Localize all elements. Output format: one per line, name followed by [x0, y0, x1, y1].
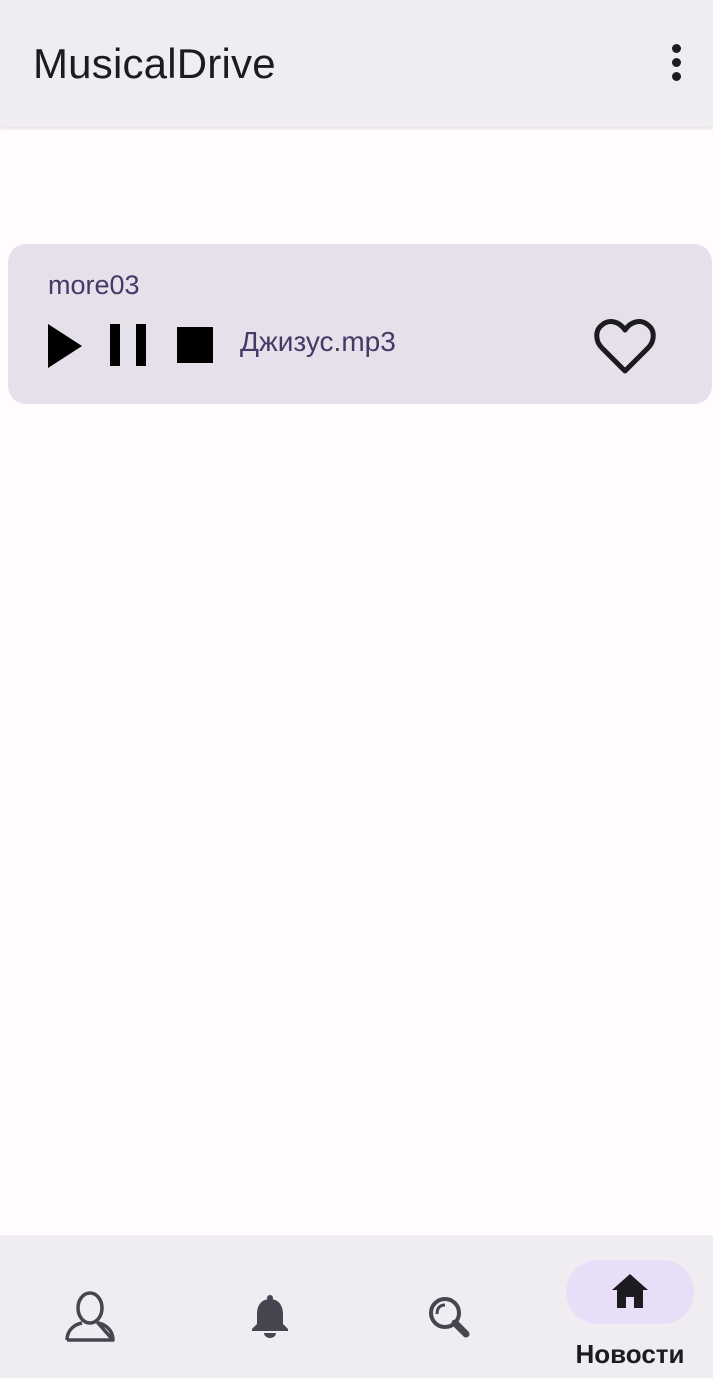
overflow-menu-button[interactable]	[658, 38, 694, 86]
app-title: MusicalDrive	[33, 40, 276, 87]
search-icon	[429, 1297, 470, 1338]
top-app-bar: MusicalDrive	[0, 0, 713, 127]
nav-item-notifications[interactable]	[216, 1235, 324, 1378]
stop-icon	[177, 327, 213, 363]
bell-icon	[252, 1295, 288, 1338]
track-card[interactable]: more03 Джизус.mp3	[8, 244, 712, 404]
home-icon	[612, 1274, 648, 1308]
stop-button[interactable]	[177, 327, 215, 365]
bottom-navigation: Новости	[0, 1235, 713, 1378]
pause-icon-bar	[110, 324, 120, 366]
more-vert-icon-dot	[671, 71, 681, 81]
play-icon	[48, 324, 82, 368]
track-filename: Джизус.mp3	[240, 326, 396, 357]
nav-item-search[interactable]	[395, 1235, 503, 1378]
heart-outline-icon	[594, 319, 656, 374]
more-vert-icon	[671, 43, 681, 53]
nav-label-news: Новости	[575, 1339, 685, 1369]
nav-item-profile[interactable]	[36, 1235, 144, 1378]
track-author: more03	[48, 270, 140, 300]
pause-icon-bar	[136, 324, 146, 366]
person-outline-icon	[65, 1291, 115, 1342]
pause-button[interactable]	[108, 324, 148, 368]
play-button[interactable]	[46, 324, 84, 368]
more-vert-icon-dot	[671, 57, 681, 67]
nav-item-home[interactable]: Новости	[556, 1235, 704, 1378]
app-root: MusicalDrive more03 Джизус.mp3 Новости	[0, 0, 713, 1378]
like-button[interactable]	[593, 314, 657, 378]
